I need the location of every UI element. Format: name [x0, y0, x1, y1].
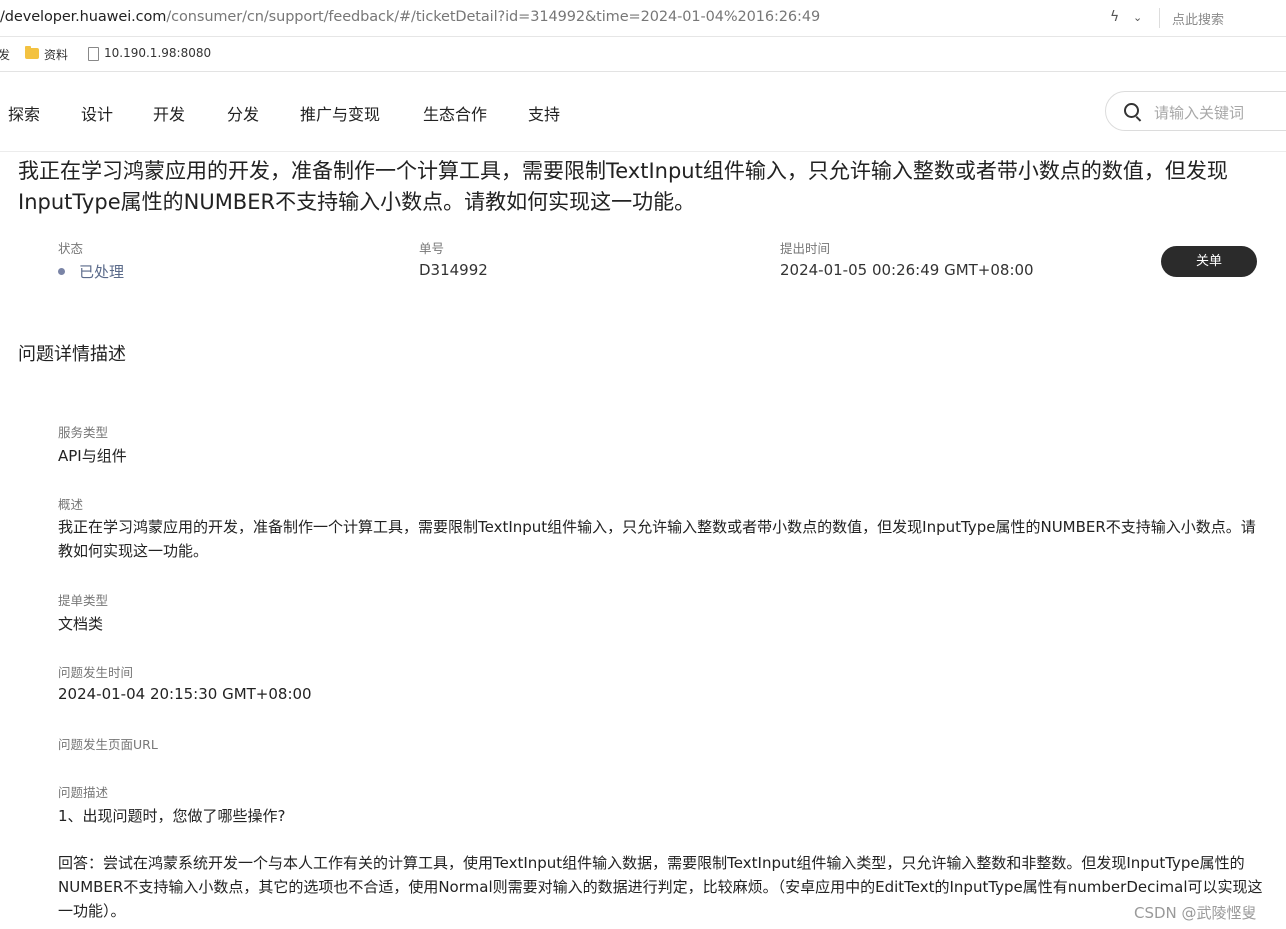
status-badge: 已处理 — [79, 263, 125, 281]
folder-icon — [25, 46, 39, 59]
page-url-label: 问题发生页面URL — [58, 737, 158, 752]
submit-time-label: 提出时间 — [780, 241, 831, 256]
site-search-input[interactable]: 请输入关键词 — [1154, 102, 1244, 123]
description-answer: 回答：尝试在鸿蒙系统开发一个与本人工作有关的计算工具，使用TextInput组件… — [58, 854, 1263, 920]
status-dot-icon — [58, 268, 65, 275]
nav-item-design[interactable]: 设计 — [81, 101, 113, 125]
address-bar[interactable]: /developer.huawei.com/consumer/cn/suppor… — [0, 0, 1286, 37]
status-label: 状态 — [58, 241, 84, 256]
occur-time-label: 问题发生时间 — [58, 665, 134, 680]
summary-label: 概述 — [58, 497, 84, 512]
service-type-label: 服务类型 — [58, 425, 109, 440]
nav-item-support[interactable]: 支持 — [528, 101, 560, 125]
file-icon — [88, 47, 99, 61]
bookmark-item[interactable]: 资料 — [44, 46, 68, 63]
url-host: /developer.huawei.com — [0, 9, 167, 25]
ticket-title: 我正在学习鸿蒙应用的开发，准备制作一个计算工具，需要限制TextInput组件输… — [18, 159, 1228, 214]
summary-value: 我正在学习鸿蒙应用的开发，准备制作一个计算工具，需要限制TextInput组件输… — [58, 518, 1256, 560]
description-question: 1、出现问题时，您做了哪些操作? — [58, 807, 286, 825]
service-type-value: API与组件 — [58, 447, 127, 465]
nav-item-distribute[interactable]: 分发 — [227, 101, 259, 125]
chevron-down-icon[interactable]: ⌄ — [1133, 11, 1142, 24]
nav-item-explore[interactable]: 探索 — [8, 101, 40, 125]
url-path: /consumer/cn/support/feedback/#/ticketDe… — [166, 9, 821, 25]
lightning-icon[interactable]: ϟ — [1110, 9, 1119, 25]
bookmark-item[interactable]: 10.190.1.98:8080 — [104, 46, 211, 60]
csdn-watermark: CSDN @武陵悭叟 — [1134, 904, 1257, 922]
description-label: 问题描述 — [58, 785, 109, 800]
ticket-number-label: 单号 — [419, 241, 445, 256]
nav-item-develop[interactable]: 开发 — [153, 101, 185, 125]
browser-search-input[interactable]: 点此搜索 — [1172, 9, 1224, 28]
search-icon[interactable] — [1124, 103, 1139, 118]
ticket-type-value: 文档类 — [58, 615, 104, 633]
section-title: 问题详情描述 — [18, 344, 126, 365]
address-bar-divider — [1159, 8, 1160, 28]
bookmark-item[interactable]: 发 — [0, 46, 10, 63]
close-ticket-button[interactable]: 关单 — [1161, 246, 1257, 277]
bookmarks-bar: 发 资料 10.190.1.98:8080 — [0, 37, 1286, 72]
occur-time-value: 2024-01-04 20:15:30 GMT+08:00 — [58, 685, 312, 703]
nav-item-promotion[interactable]: 推广与变现 — [300, 101, 380, 125]
url-text[interactable]: /developer.huawei.com/consumer/cn/suppor… — [0, 9, 820, 25]
nav-item-ecosystem[interactable]: 生态合作 — [423, 101, 487, 125]
ticket-type-label: 提单类型 — [58, 593, 109, 608]
nav-divider — [0, 151, 1286, 152]
ticket-number-value: D314992 — [419, 261, 488, 279]
submit-time-value: 2024-01-05 00:26:49 GMT+08:00 — [780, 261, 1034, 279]
